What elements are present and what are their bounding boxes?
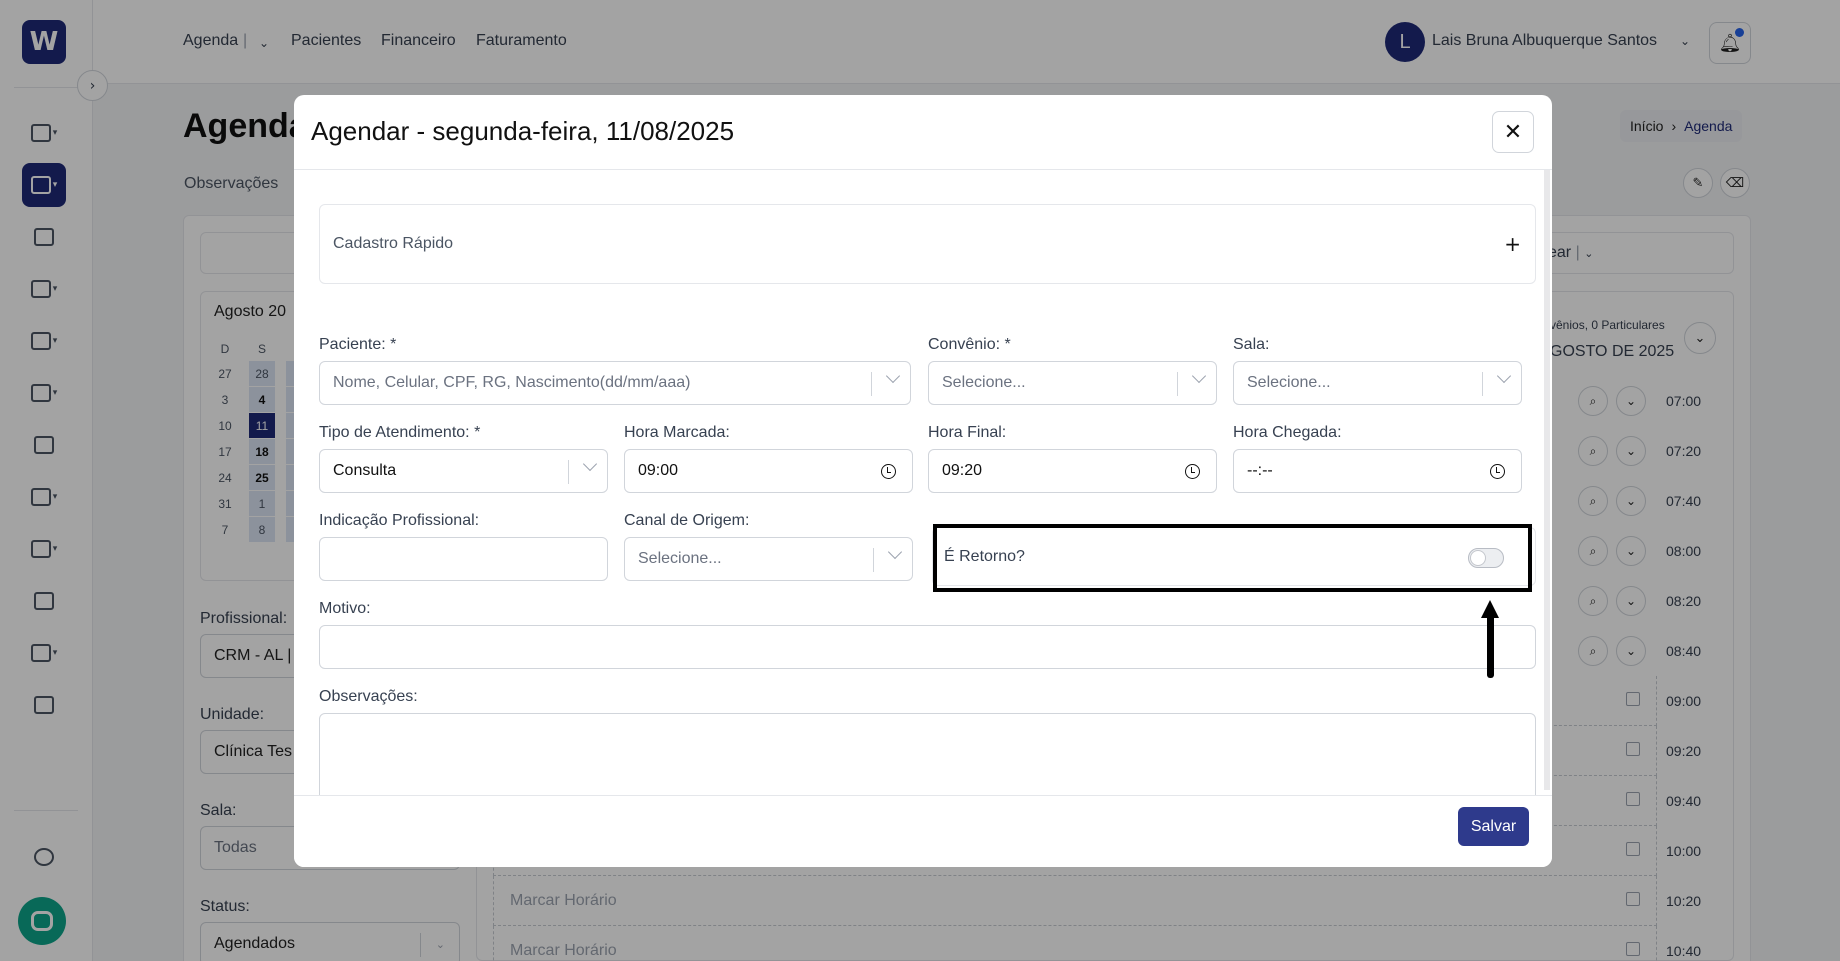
chevron-down-icon bbox=[1191, 368, 1207, 384]
observacoes-label: Observações: bbox=[319, 688, 418, 705]
indicacao-label: Indicação Profissional: bbox=[319, 512, 480, 529]
hora-chegada-label: Hora Chegada: bbox=[1233, 424, 1342, 441]
tipo-atendimento-select[interactable]: Consulta bbox=[319, 449, 608, 493]
schedule-modal: Agendar - segunda-feira, 11/08/2025 ✕ Ca… bbox=[294, 95, 1552, 867]
quick-register-label: Cadastro Rápido bbox=[333, 235, 454, 252]
chevron-down-icon bbox=[1496, 368, 1512, 384]
convenio-select[interactable]: Selecione... bbox=[928, 361, 1217, 405]
clock-icon bbox=[1185, 464, 1200, 479]
chevron-down-icon bbox=[582, 456, 598, 472]
canal-origem-label: Canal de Origem: bbox=[624, 512, 750, 529]
clock-icon bbox=[1490, 464, 1505, 479]
paciente-label: Paciente: * bbox=[319, 336, 397, 353]
indicacao-input[interactable] bbox=[319, 537, 608, 581]
motivo-label: Motivo: bbox=[319, 600, 371, 617]
save-button[interactable]: Salvar bbox=[1458, 807, 1529, 846]
quick-register-toggle[interactable]: Cadastro Rápido + bbox=[319, 204, 1536, 284]
tipo-atendimento-label: Tipo de Atendimento: * bbox=[319, 424, 481, 441]
close-icon: ✕ bbox=[1503, 119, 1523, 145]
modal-footer bbox=[294, 795, 1552, 867]
clock-icon bbox=[881, 464, 896, 479]
motivo-input[interactable] bbox=[319, 625, 1536, 669]
canal-origem-select[interactable]: Selecione... bbox=[624, 537, 913, 581]
hora-marcada-input[interactable]: 09:00 bbox=[624, 449, 913, 493]
sala-label: Sala: bbox=[1233, 336, 1270, 353]
modal-title: Agendar - segunda-feira, 11/08/2025 bbox=[311, 116, 735, 146]
arrow-shaft bbox=[1487, 615, 1494, 678]
highlight-box bbox=[933, 524, 1532, 592]
modal-scrollbar[interactable] bbox=[1544, 170, 1550, 790]
hora-chegada-input[interactable]: --:-- bbox=[1233, 449, 1522, 493]
convenio-label: Convênio: * bbox=[928, 336, 1011, 353]
hora-final-label: Hora Final: bbox=[928, 424, 1007, 441]
sala-select[interactable]: Selecione... bbox=[1233, 361, 1522, 405]
hora-marcada-label: Hora Marcada: bbox=[624, 424, 730, 441]
paciente-select[interactable]: Nome, Celular, CPF, RG, Nascimento(dd/mm… bbox=[319, 361, 911, 405]
hora-final-input[interactable]: 09:20 bbox=[928, 449, 1217, 493]
chevron-down-icon bbox=[885, 368, 901, 384]
close-button[interactable]: ✕ bbox=[1492, 111, 1534, 153]
chevron-down-icon bbox=[887, 544, 903, 560]
plus-icon: + bbox=[1504, 232, 1521, 256]
